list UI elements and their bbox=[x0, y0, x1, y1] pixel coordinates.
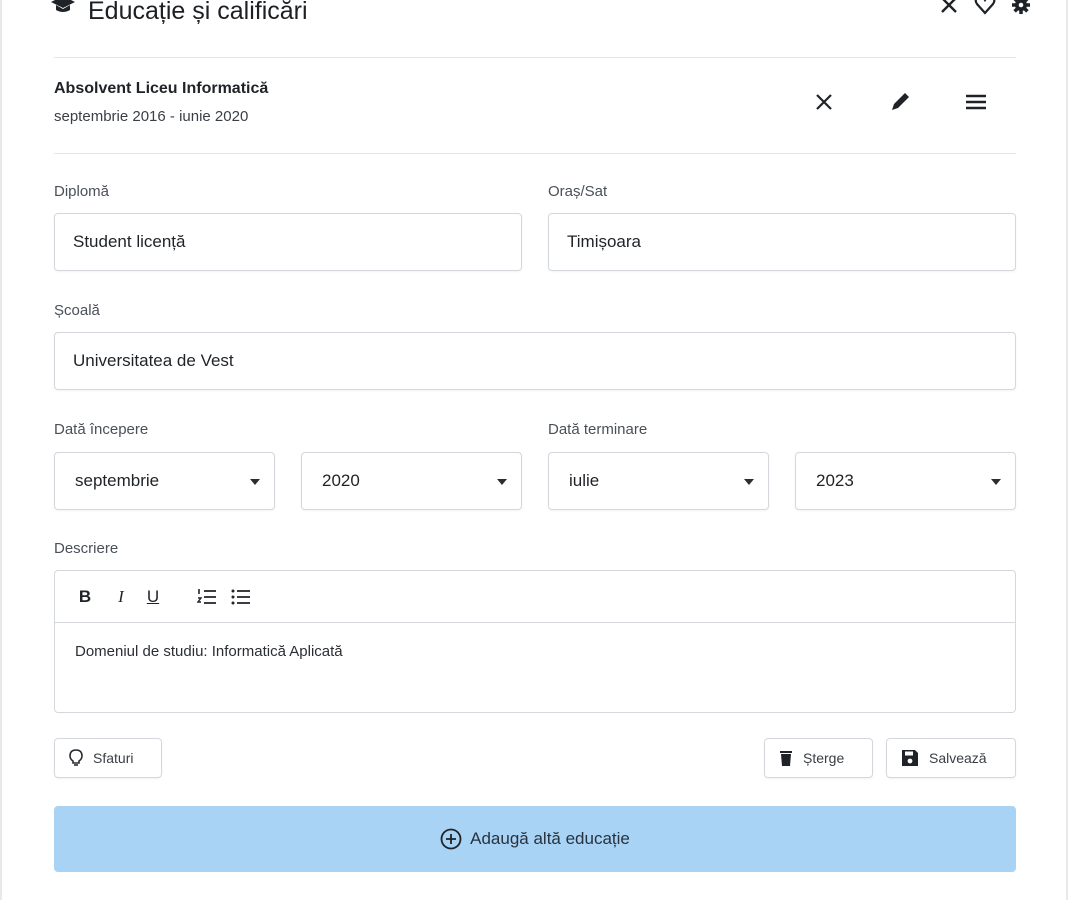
delete-label: Șterge bbox=[803, 750, 845, 766]
chevron-down-icon bbox=[497, 479, 507, 485]
chevron-down-icon bbox=[991, 479, 1001, 485]
start-year-value: 2020 bbox=[322, 471, 360, 490]
bullet-list-icon[interactable] bbox=[231, 585, 251, 609]
header-actions bbox=[936, 0, 1036, 18]
end-date-label: Dată terminare bbox=[548, 421, 648, 438]
delete-button[interactable]: Șterge bbox=[764, 738, 873, 778]
bold-button[interactable]: B bbox=[75, 585, 95, 609]
degree-label: Diplomă bbox=[54, 183, 110, 200]
section-header: Educație și calificări bbox=[46, 0, 1036, 36]
city-label: Oraș/Sat bbox=[548, 183, 608, 200]
start-date-label: Dată începere bbox=[54, 421, 149, 438]
floppy-disk-icon bbox=[901, 749, 919, 767]
section-title: Educație și calificări bbox=[88, 0, 308, 25]
heart-icon[interactable] bbox=[972, 0, 998, 18]
chevron-down-icon bbox=[250, 479, 260, 485]
save-label: Salvează bbox=[929, 750, 987, 766]
header-divider bbox=[54, 57, 1016, 58]
add-education-label: Adaugă altă educație bbox=[470, 829, 630, 848]
description-text[interactable]: Domeniul de studiu: Informatică Aplicată bbox=[75, 643, 343, 660]
edit-entry-icon[interactable] bbox=[886, 88, 914, 116]
trash-icon bbox=[779, 749, 793, 767]
school-label: Școală bbox=[54, 302, 100, 319]
italic-button[interactable]: I bbox=[111, 585, 131, 609]
graduation-cap-icon bbox=[50, 0, 76, 16]
entry-divider bbox=[54, 153, 1016, 154]
tips-button[interactable]: Sfaturi bbox=[54, 738, 162, 778]
end-month-select[interactable]: iulie bbox=[548, 452, 769, 510]
end-month-value: iulie bbox=[569, 471, 600, 490]
description-editor: B I U Domeniul de studiu: Informatică Ap… bbox=[54, 570, 1016, 713]
tips-label: Sfaturi bbox=[93, 750, 134, 766]
save-button[interactable]: Salvează bbox=[886, 738, 1016, 778]
end-year-select[interactable]: 2023 bbox=[795, 452, 1016, 510]
entry-title: Absolvent Liceu Informatică bbox=[54, 80, 269, 97]
close-icon[interactable] bbox=[936, 0, 962, 18]
education-entry-summary: Absolvent Liceu Informatică septembrie 2… bbox=[54, 80, 1016, 130]
chevron-down-icon bbox=[744, 479, 754, 485]
start-month-value: septembrie bbox=[75, 471, 160, 490]
numbered-list-icon[interactable] bbox=[197, 585, 217, 609]
underline-button[interactable]: U bbox=[143, 585, 163, 609]
description-label: Descriere bbox=[54, 540, 119, 557]
add-education-button[interactable]: Adaugă altă educație bbox=[54, 806, 1016, 872]
drag-handle-icon[interactable] bbox=[962, 88, 990, 116]
city-input[interactable] bbox=[548, 213, 1016, 271]
end-year-value: 2023 bbox=[816, 471, 854, 490]
plus-circle-icon bbox=[440, 828, 462, 850]
editor-toolbar: B I U bbox=[55, 571, 1015, 623]
entry-actions bbox=[810, 88, 990, 116]
remove-entry-icon[interactable] bbox=[810, 88, 838, 116]
entry-dates: septembrie 2016 - iunie 2020 bbox=[54, 108, 249, 125]
degree-input[interactable] bbox=[54, 213, 522, 271]
lightbulb-icon bbox=[69, 749, 83, 767]
start-month-select[interactable]: septembrie bbox=[54, 452, 275, 510]
school-input[interactable] bbox=[54, 332, 1016, 390]
gear-icon[interactable] bbox=[1008, 0, 1034, 18]
start-year-select[interactable]: 2020 bbox=[301, 452, 522, 510]
